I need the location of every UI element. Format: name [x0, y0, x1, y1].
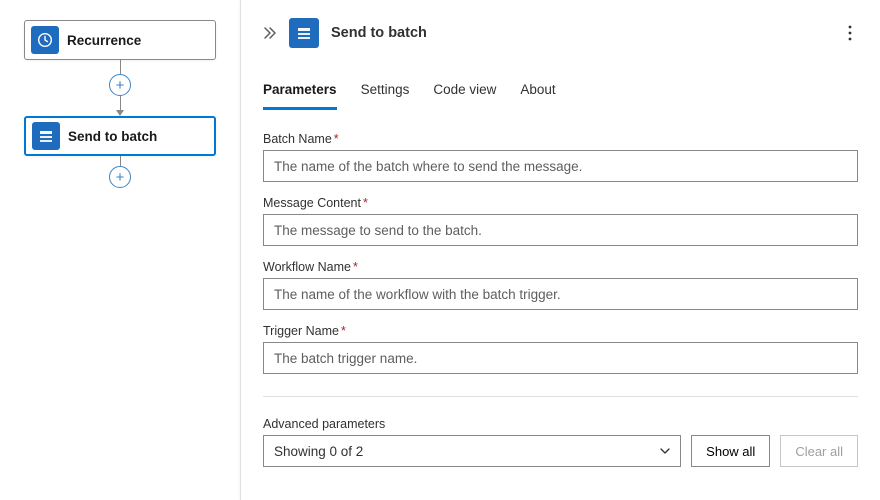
clear-all-button[interactable]: Clear all — [780, 435, 858, 467]
tabs: Parameters Settings Code view About — [263, 76, 858, 110]
message-content-input[interactable] — [263, 214, 858, 246]
field-trigger-name: Trigger Name* — [263, 324, 858, 374]
node-label: Send to batch — [68, 129, 157, 144]
chevron-down-icon — [660, 448, 670, 454]
node-label: Recurrence — [67, 33, 141, 48]
connector-end: + — [109, 156, 131, 188]
panel-header: Send to batch — [263, 18, 858, 48]
workflow-name-input[interactable] — [263, 278, 858, 310]
batch-name-input[interactable] — [263, 150, 858, 182]
batch-icon — [289, 18, 319, 48]
tab-code-view[interactable]: Code view — [433, 76, 496, 110]
tab-about[interactable]: About — [520, 76, 555, 110]
combo-text: Showing 0 of 2 — [274, 444, 363, 459]
node-recurrence[interactable]: Recurrence — [24, 20, 216, 60]
advanced-label: Advanced parameters — [263, 417, 858, 431]
field-label: Trigger Name* — [263, 324, 858, 338]
connector: + — [109, 60, 131, 116]
advanced-parameters: Advanced parameters Showing 0 of 2 Show … — [263, 417, 858, 467]
collapse-icon[interactable] — [263, 26, 277, 40]
show-all-button[interactable]: Show all — [691, 435, 770, 467]
details-panel: Send to batch Parameters Settings Code v… — [240, 0, 880, 500]
field-label: Message Content* — [263, 196, 858, 210]
tab-parameters[interactable]: Parameters — [263, 76, 337, 110]
advanced-combo[interactable]: Showing 0 of 2 — [263, 435, 681, 467]
node-send-to-batch[interactable]: Send to batch — [24, 116, 216, 156]
add-step-button[interactable]: + — [109, 74, 131, 96]
divider — [263, 396, 858, 397]
field-workflow-name: Workflow Name* — [263, 260, 858, 310]
field-message-content: Message Content* — [263, 196, 858, 246]
tab-settings[interactable]: Settings — [361, 76, 410, 110]
clock-icon — [31, 26, 59, 54]
field-batch-name: Batch Name* — [263, 132, 858, 182]
panel-title: Send to batch — [331, 25, 830, 41]
more-icon[interactable] — [842, 23, 858, 43]
workflow-canvas: Recurrence + Send to batch + — [0, 0, 240, 500]
field-label: Batch Name* — [263, 132, 858, 146]
trigger-name-input[interactable] — [263, 342, 858, 374]
add-step-button[interactable]: + — [109, 166, 131, 188]
parameters-form: Batch Name* Message Content* Workflow Na… — [263, 132, 858, 374]
field-label: Workflow Name* — [263, 260, 858, 274]
batch-icon — [32, 122, 60, 150]
